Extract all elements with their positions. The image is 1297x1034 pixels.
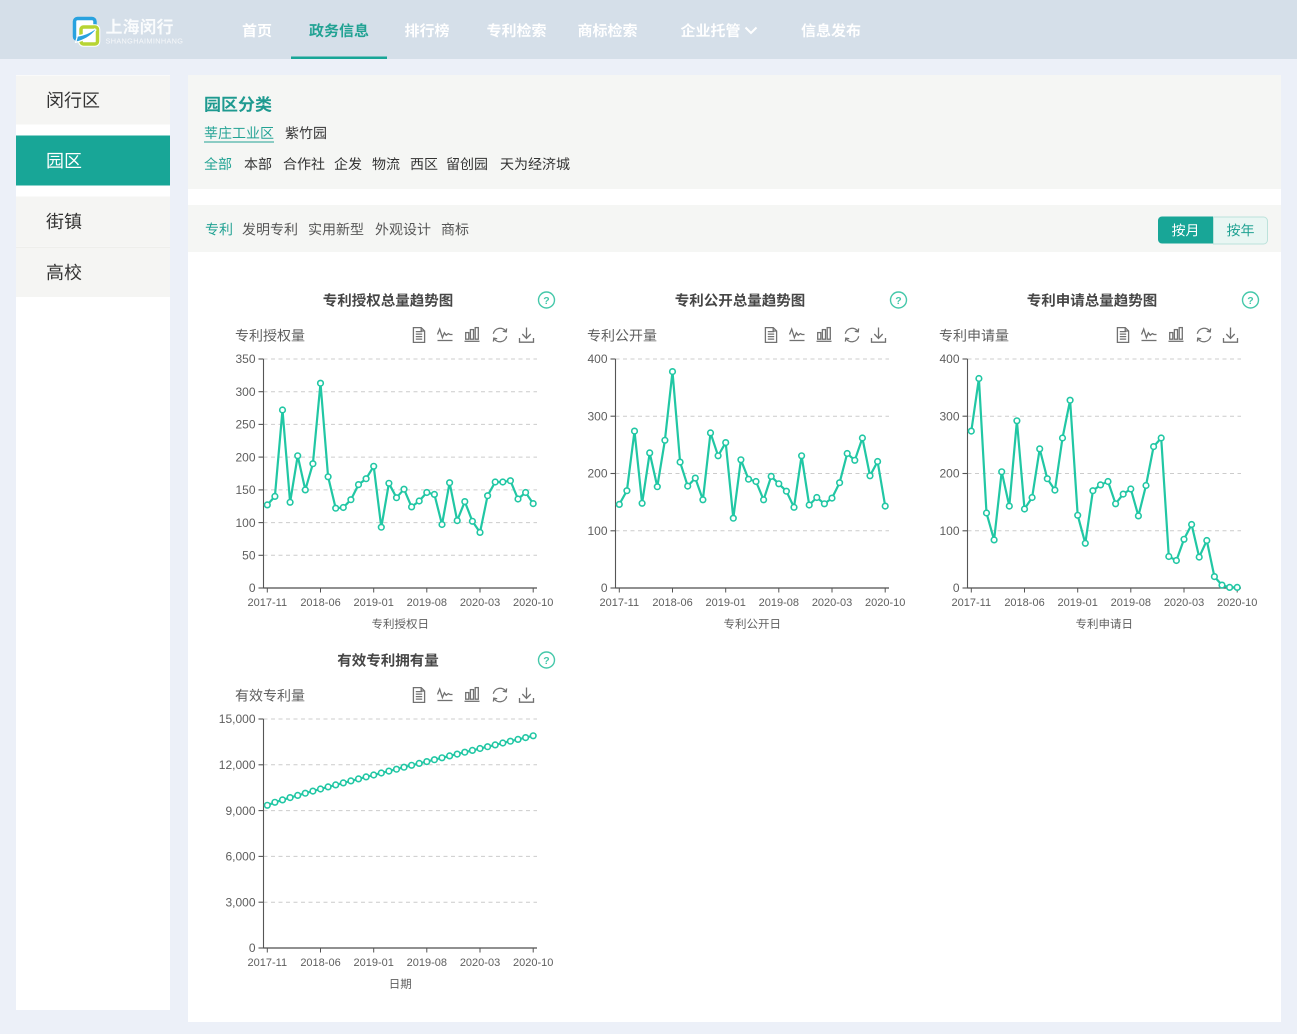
svg-text:12,000: 12,000 (219, 758, 256, 772)
svg-text:150: 150 (235, 483, 255, 497)
svg-text:2017-11: 2017-11 (248, 597, 288, 609)
svg-text:2019-08: 2019-08 (407, 597, 447, 609)
svg-text:2020-10: 2020-10 (1217, 597, 1257, 609)
svg-text:2020-10: 2020-10 (513, 597, 553, 609)
svg-text:0: 0 (601, 581, 608, 595)
svg-text:2017-11: 2017-11 (248, 957, 288, 969)
svg-text:400: 400 (587, 352, 607, 366)
svg-text:2019-08: 2019-08 (1111, 597, 1151, 609)
svg-text:2017-11: 2017-11 (952, 597, 992, 609)
svg-text:2019-01: 2019-01 (354, 957, 394, 969)
svg-text:6,000: 6,000 (225, 850, 255, 864)
svg-text:2017-11: 2017-11 (600, 597, 640, 609)
svg-text:2019-01: 2019-01 (706, 597, 746, 609)
svg-text:0: 0 (953, 581, 960, 595)
svg-text:9,000: 9,000 (225, 804, 255, 818)
svg-text:50: 50 (242, 549, 256, 563)
svg-text:350: 350 (235, 352, 255, 366)
svg-text:300: 300 (939, 409, 959, 423)
svg-text:300: 300 (587, 409, 607, 423)
svg-text:300: 300 (235, 385, 255, 399)
svg-text:?: ? (895, 295, 901, 307)
svg-text:200: 200 (587, 467, 607, 481)
svg-text:0: 0 (249, 941, 256, 955)
svg-text:2020-03: 2020-03 (460, 957, 500, 969)
svg-text:2020-10: 2020-10 (865, 597, 905, 609)
svg-text:2019-08: 2019-08 (407, 957, 447, 969)
svg-text:2018-06: 2018-06 (300, 957, 340, 969)
svg-text:2018-06: 2018-06 (652, 597, 692, 609)
svg-text:3,000: 3,000 (225, 895, 255, 909)
svg-text:250: 250 (235, 418, 255, 432)
svg-text:2020-03: 2020-03 (460, 597, 500, 609)
svg-text:100: 100 (939, 524, 959, 538)
svg-text:?: ? (1247, 295, 1253, 307)
svg-text:2020-10: 2020-10 (513, 957, 553, 969)
svg-text:15,000: 15,000 (219, 712, 256, 726)
svg-text:?: ? (543, 655, 549, 667)
svg-text:?: ? (543, 295, 549, 307)
svg-text:0: 0 (249, 581, 256, 595)
svg-text:2019-01: 2019-01 (1058, 597, 1098, 609)
svg-text:100: 100 (587, 524, 607, 538)
svg-text:SHANGHAIMINHANG: SHANGHAIMINHANG (106, 37, 184, 46)
svg-text:2018-06: 2018-06 (300, 597, 340, 609)
svg-text:2018-06: 2018-06 (1004, 597, 1044, 609)
svg-text:2020-03: 2020-03 (1164, 597, 1204, 609)
svg-text:2019-01: 2019-01 (354, 597, 394, 609)
svg-text:400: 400 (939, 352, 959, 366)
svg-text:200: 200 (235, 450, 255, 464)
svg-text:100: 100 (235, 516, 255, 530)
svg-text:2019-08: 2019-08 (759, 597, 799, 609)
svg-text:200: 200 (939, 467, 959, 481)
svg-text:2020-03: 2020-03 (812, 597, 852, 609)
